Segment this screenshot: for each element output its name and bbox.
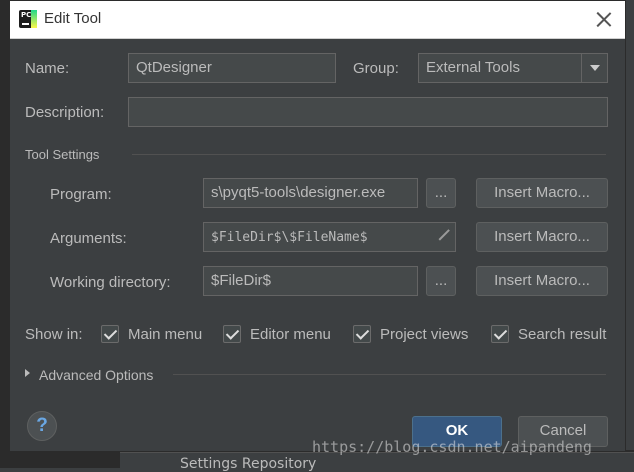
main-menu-checkbox[interactable]: [101, 325, 119, 343]
edit-tool-dialog: PC Edit Tool Name: QtDesigner Group: Ext…: [9, 0, 626, 452]
dialog-title: Edit Tool: [44, 10, 102, 27]
working-directory-insert-macro-button[interactable]: Insert Macro...: [476, 266, 608, 296]
tool-settings-title: Tool Settings: [25, 147, 100, 162]
description-label: Description:: [25, 104, 105, 121]
title-bar: PC Edit Tool: [10, 1, 625, 39]
chevron-down-icon[interactable]: [581, 54, 607, 82]
group-label: Group:: [353, 60, 399, 77]
chevron-right-icon[interactable]: [25, 369, 30, 377]
editor-menu-label: Editor menu: [250, 326, 331, 343]
project-views-checkbox[interactable]: [353, 325, 371, 343]
program-label: Program:: [50, 186, 112, 203]
name-input[interactable]: QtDesigner: [128, 53, 336, 83]
pycharm-icon: PC: [19, 10, 37, 28]
arguments-input[interactable]: $FileDir$\$FileName$: [203, 222, 456, 252]
advanced-options-toggle[interactable]: Advanced Options: [39, 367, 153, 383]
show-in-label: Show in:: [25, 326, 83, 343]
search-result-checkbox[interactable]: [491, 325, 509, 343]
expand-icon[interactable]: [437, 229, 449, 241]
watermark: https://blog.csdn.net/aipandeng: [312, 438, 592, 456]
arguments-insert-macro-button[interactable]: Insert Macro...: [476, 222, 608, 252]
ide-bottom-panel-text: Settings Repository: [180, 456, 317, 472]
group-dropdown-value: External Tools: [426, 59, 520, 76]
name-label: Name:: [25, 60, 70, 77]
close-icon[interactable]: [595, 10, 613, 28]
editor-menu-checkbox[interactable]: [223, 325, 241, 343]
advanced-options-divider: [173, 374, 606, 375]
arguments-label: Arguments:: [50, 230, 127, 247]
program-insert-macro-button[interactable]: Insert Macro...: [476, 178, 608, 208]
program-browse-button[interactable]: ...: [426, 178, 456, 208]
description-input[interactable]: [128, 97, 608, 127]
arguments-value: $FileDir$\$FileName$: [211, 230, 368, 245]
program-input[interactable]: s\pyqt5-tools\designer.exe: [203, 178, 418, 208]
working-directory-input[interactable]: $FileDir$: [203, 266, 418, 296]
search-result-label: Search result: [518, 326, 607, 343]
working-directory-browse-button[interactable]: ...: [426, 266, 456, 296]
project-views-label: Project views: [380, 326, 469, 343]
main-menu-label: Main menu: [128, 326, 203, 343]
tool-settings-divider: [132, 154, 606, 155]
group-dropdown[interactable]: External Tools: [418, 53, 608, 83]
help-icon[interactable]: ?: [27, 411, 57, 441]
working-directory-label: Working directory:: [50, 274, 171, 291]
